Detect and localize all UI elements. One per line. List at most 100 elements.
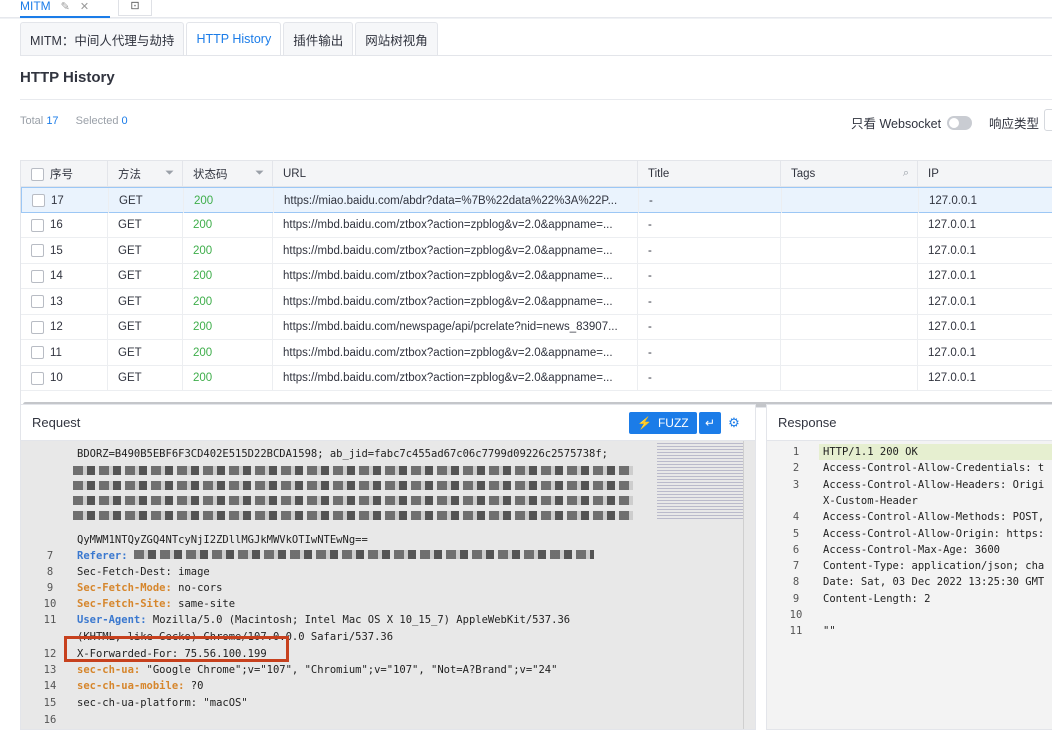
code-text: Access-Control-Allow-Methods: POST, <box>823 511 1045 524</box>
cell-method: GET <box>108 238 183 263</box>
column-label: IP <box>928 168 939 180</box>
cell-status-text: 200 <box>193 295 213 308</box>
cell-id-text: 12 <box>50 321 63 333</box>
code-line: 16 <box>21 712 755 728</box>
new-tab-button[interactable]: ⊡ <box>118 0 152 16</box>
row-checkbox[interactable] <box>32 194 45 207</box>
header-key: sec-ch-ua-mobile: <box>77 680 185 692</box>
table-row[interactable]: 17 GET 200 https://miao.baidu.com/abdr?data… <box>21 187 1052 213</box>
code-line: 9 Sec-Fetch-Mode: no-cors <box>21 580 755 596</box>
cell-url-text: https://mbd.baidu.com/ztbox?action=zpblo… <box>283 295 613 308</box>
column-header-tags[interactable]: Tags ⌕ <box>781 161 918 187</box>
tab-site-tree[interactable]: 网站树视角 <box>355 22 438 56</box>
code-line: 3 Access-Control-Allow-Headers: Origi <box>767 477 1052 493</box>
row-checkbox[interactable] <box>31 371 44 385</box>
line-number: 1 <box>792 446 800 458</box>
redacted-text <box>73 465 633 475</box>
column-header-url[interactable]: URL <box>273 161 638 187</box>
selected-label: Selected <box>75 115 119 127</box>
select-all-checkbox[interactable] <box>31 167 44 181</box>
row-checkbox[interactable] <box>31 244 44 257</box>
request-editor[interactable]: BDORZ=B490B5EBF6F3CD402E515D22BCDA1598; … <box>21 441 755 729</box>
cell-ip: 127.0.0.1 <box>919 188 1052 213</box>
cell-title: - <box>638 365 781 391</box>
tab-mitm-proxy[interactable]: MITM：中间人代理与劫持 <box>20 22 185 56</box>
cell-ip: 127.0.0.1 <box>918 340 1052 365</box>
table-row[interactable]: 10 GET 200 https://mbd.baidu.com/ztbox?acti… <box>21 365 1052 391</box>
row-checkbox[interactable] <box>31 269 44 283</box>
cell-title: - <box>638 263 781 289</box>
tab-http-history[interactable]: HTTP History <box>186 22 282 56</box>
table-row[interactable]: 13 GET 200 https://mbd.baidu.com/ztbox?acti… <box>21 289 1052 315</box>
cell-title-text: - <box>649 194 653 207</box>
cell-url: https://mbd.baidu.com/newspage/api/pcrel… <box>273 314 638 340</box>
line-number: 11 <box>43 614 57 626</box>
app-tab-bar: MITM ✎ ✕ ⊡ <box>0 0 1052 18</box>
line-number: 8 <box>46 566 54 578</box>
row-checkbox[interactable] <box>31 218 44 232</box>
row-checkbox[interactable] <box>31 320 44 334</box>
cell-method-text: GET <box>118 372 142 384</box>
cell-url-text: https://mbd.baidu.com/ztbox?action=zpblo… <box>283 219 613 231</box>
fuzz-button[interactable]: ⚡ FUZZ <box>629 412 697 434</box>
cell-url: https://mbd.baidu.com/ztbox?action=zpblo… <box>273 263 638 289</box>
table-row[interactable]: 15 GET 200 https://mbd.baidu.com/ztbox?acti… <box>21 238 1052 264</box>
close-icon[interactable]: ✕ <box>80 0 89 13</box>
column-header-ip[interactable]: IP <box>918 161 1052 187</box>
cell-method: GET <box>108 365 183 391</box>
cell-title: - <box>638 340 781 365</box>
row-checkbox[interactable] <box>31 346 44 359</box>
cell-id-text: 15 <box>50 244 63 257</box>
cell-ip-text: 127.0.0.1 <box>928 219 976 231</box>
response-type-select[interactable] <box>1044 109 1052 131</box>
code-text: BDORZ=B490B5EBF6F3CD402E515D22BCDA1598; … <box>73 448 608 460</box>
code-line: 2 Access-Control-Allow-Credentials: t <box>767 460 1052 476</box>
header-key: Sec-Fetch-Mode: <box>77 582 172 594</box>
column-header-method[interactable]: 方法 ⏷ <box>108 161 183 187</box>
code-line: QyMWM1NTQyZGQ4NTcyNjI2ZDllMGJkMWVkOTIwNT… <box>21 532 755 548</box>
cell-id: 11 <box>21 340 108 365</box>
cell-title-text: - <box>648 244 652 257</box>
table-row[interactable]: 12 GET 200 https://mbd.baidu.com/newspage/a… <box>21 314 1052 340</box>
websocket-toggle[interactable] <box>947 115 973 130</box>
cell-status-text: 200 <box>193 244 213 257</box>
cell-id: 17 <box>22 188 109 213</box>
code-text: Referer: <box>73 550 594 562</box>
code-text: Sec-Fetch-Site: same-site <box>73 598 235 610</box>
cell-id-text: 10 <box>50 372 63 384</box>
cell-ip-text: 127.0.0.1 <box>929 194 977 207</box>
column-header-title[interactable]: Title <box>638 161 781 187</box>
cell-title-text: - <box>648 321 652 333</box>
code-line: 4 Access-Control-Allow-Methods: POST, <box>767 509 1052 525</box>
row-checkbox[interactable] <box>31 295 44 308</box>
cell-ip-text: 127.0.0.1 <box>928 295 976 308</box>
table-row[interactable]: 16 GET 200 https://mbd.baidu.com/ztbox?acti… <box>21 212 1052 238</box>
request-panel: Request ⚡ FUZZ ↵ ⚙ BDORZ=B490B5EBF6F3CD4… <box>20 404 756 730</box>
cell-ip: 127.0.0.1 <box>918 264 1052 289</box>
response-editor[interactable]: 1 HTTP/1.1 200 OK 2 Access-Control-Allow-Cr… <box>767 441 1052 729</box>
filter-icon[interactable]: ⏷ <box>165 167 174 180</box>
code-text: Content-Length: 2 <box>823 592 931 605</box>
line-number: 14 <box>43 680 57 692</box>
tab-plugin-output[interactable]: 插件输出 <box>283 22 354 56</box>
search-icon[interactable]: ⌕ <box>903 167 909 180</box>
code-line: 7 Referer: <box>21 548 755 564</box>
line-number: 13 <box>43 664 57 676</box>
code-text: Access-Control-Max-Age: 3600 <box>823 543 1001 556</box>
table-row[interactable]: 11 GET 200 https://mbd.baidu.com/ztbox?acti… <box>21 340 1052 366</box>
column-header-status[interactable]: 状态码 ⏷ <box>183 161 273 187</box>
code-text: Sec-Fetch-Mode: no-cors <box>73 582 222 594</box>
word-wrap-button[interactable]: ↵ <box>699 412 721 434</box>
line-number: 4 <box>792 511 800 524</box>
filter-icon[interactable]: ⏷ <box>255 167 264 180</box>
code-line: 15 sec-ch-ua-platform: "macOS" <box>21 695 755 711</box>
edit-icon[interactable]: ✎ <box>61 0 70 13</box>
cell-title-text: - <box>648 219 652 231</box>
column-header-id[interactable]: 序号 <box>21 161 108 187</box>
cell-id: 10 <box>21 365 108 391</box>
table-row[interactable]: 14 GET 200 https://mbd.baidu.com/ztbox?acti… <box>21 263 1052 289</box>
line-number: 16 <box>43 714 57 726</box>
settings-button[interactable]: ⚙ <box>724 412 744 434</box>
line-number: 7 <box>46 550 54 562</box>
cell-url-text: https://mbd.baidu.com/ztbox?action=zpblo… <box>283 372 613 384</box>
